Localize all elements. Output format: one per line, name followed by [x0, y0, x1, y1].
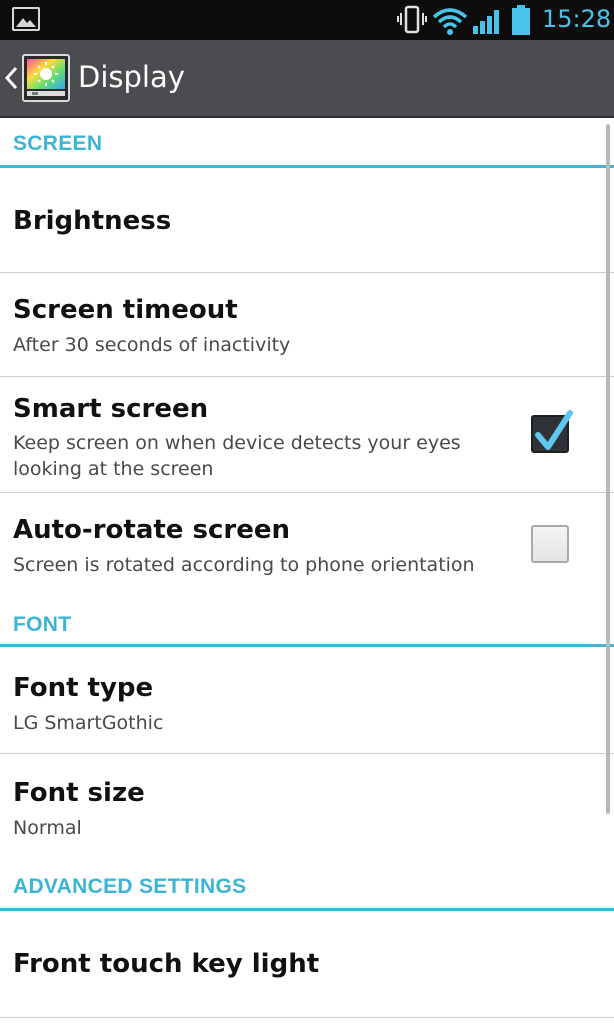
signal-icon	[473, 10, 499, 34]
setting-smart-screen[interactable]: Smart screen Keep screen on when device …	[0, 377, 614, 493]
wifi-icon	[432, 8, 468, 35]
setting-title: Screen timeout	[13, 295, 238, 325]
page-title: Display	[78, 60, 185, 94]
setting-title: Front touch key light	[13, 949, 320, 979]
section-header-label: ADVANCED SETTINGS	[13, 875, 247, 898]
section-header-font: FONT	[0, 595, 614, 647]
setting-summary: Screen is rotated according to phone ori…	[13, 554, 475, 576]
display-settings-icon[interactable]	[22, 54, 70, 102]
vibrate-icon	[397, 5, 427, 34]
status-clock: 15:28	[542, 5, 612, 33]
setting-auto-rotate[interactable]: Auto-rotate screen Screen is rotated acc…	[0, 493, 614, 595]
setting-screen-timeout[interactable]: Screen timeout After 30 seconds of inact…	[0, 273, 614, 377]
smart-screen-checkbox[interactable]	[531, 410, 573, 453]
setting-title: Font size	[13, 778, 145, 808]
section-header-advanced: ADVANCED SETTINGS	[0, 866, 614, 911]
setting-font-type[interactable]: Font type LG SmartGothic	[0, 647, 614, 754]
setting-front-touch-key-light[interactable]: Front touch key light	[0, 911, 614, 1018]
battery-icon	[512, 5, 530, 35]
setting-title: Font type	[13, 673, 154, 703]
setting-summary: Normal	[13, 817, 82, 839]
auto-rotate-checkbox[interactable]	[531, 525, 569, 563]
gallery-icon	[12, 7, 40, 31]
action-bar: Display	[0, 40, 614, 118]
section-header-screen: SCREEN	[0, 120, 614, 168]
section-header-label: FONT	[13, 613, 72, 636]
checkmark-icon	[535, 410, 573, 450]
setting-font-size[interactable]: Font size Normal	[0, 754, 614, 866]
setting-brightness[interactable]: Brightness	[0, 168, 614, 273]
status-bar: 15:28	[0, 0, 614, 40]
setting-title: Auto-rotate screen	[13, 515, 290, 545]
setting-title: Smart screen	[13, 394, 209, 424]
settings-list[interactable]: SCREEN Brightness Screen timeout After 3…	[0, 120, 614, 1024]
setting-summary: LG SmartGothic	[13, 712, 164, 734]
setting-summary: Keep screen on when device detects your …	[13, 432, 461, 480]
scrollbar[interactable]	[606, 124, 610, 814]
setting-summary: After 30 seconds of inactivity	[13, 334, 291, 356]
setting-title: Brightness	[13, 206, 172, 236]
chevron-left-icon[interactable]	[4, 66, 18, 90]
section-header-label: SCREEN	[13, 132, 103, 155]
